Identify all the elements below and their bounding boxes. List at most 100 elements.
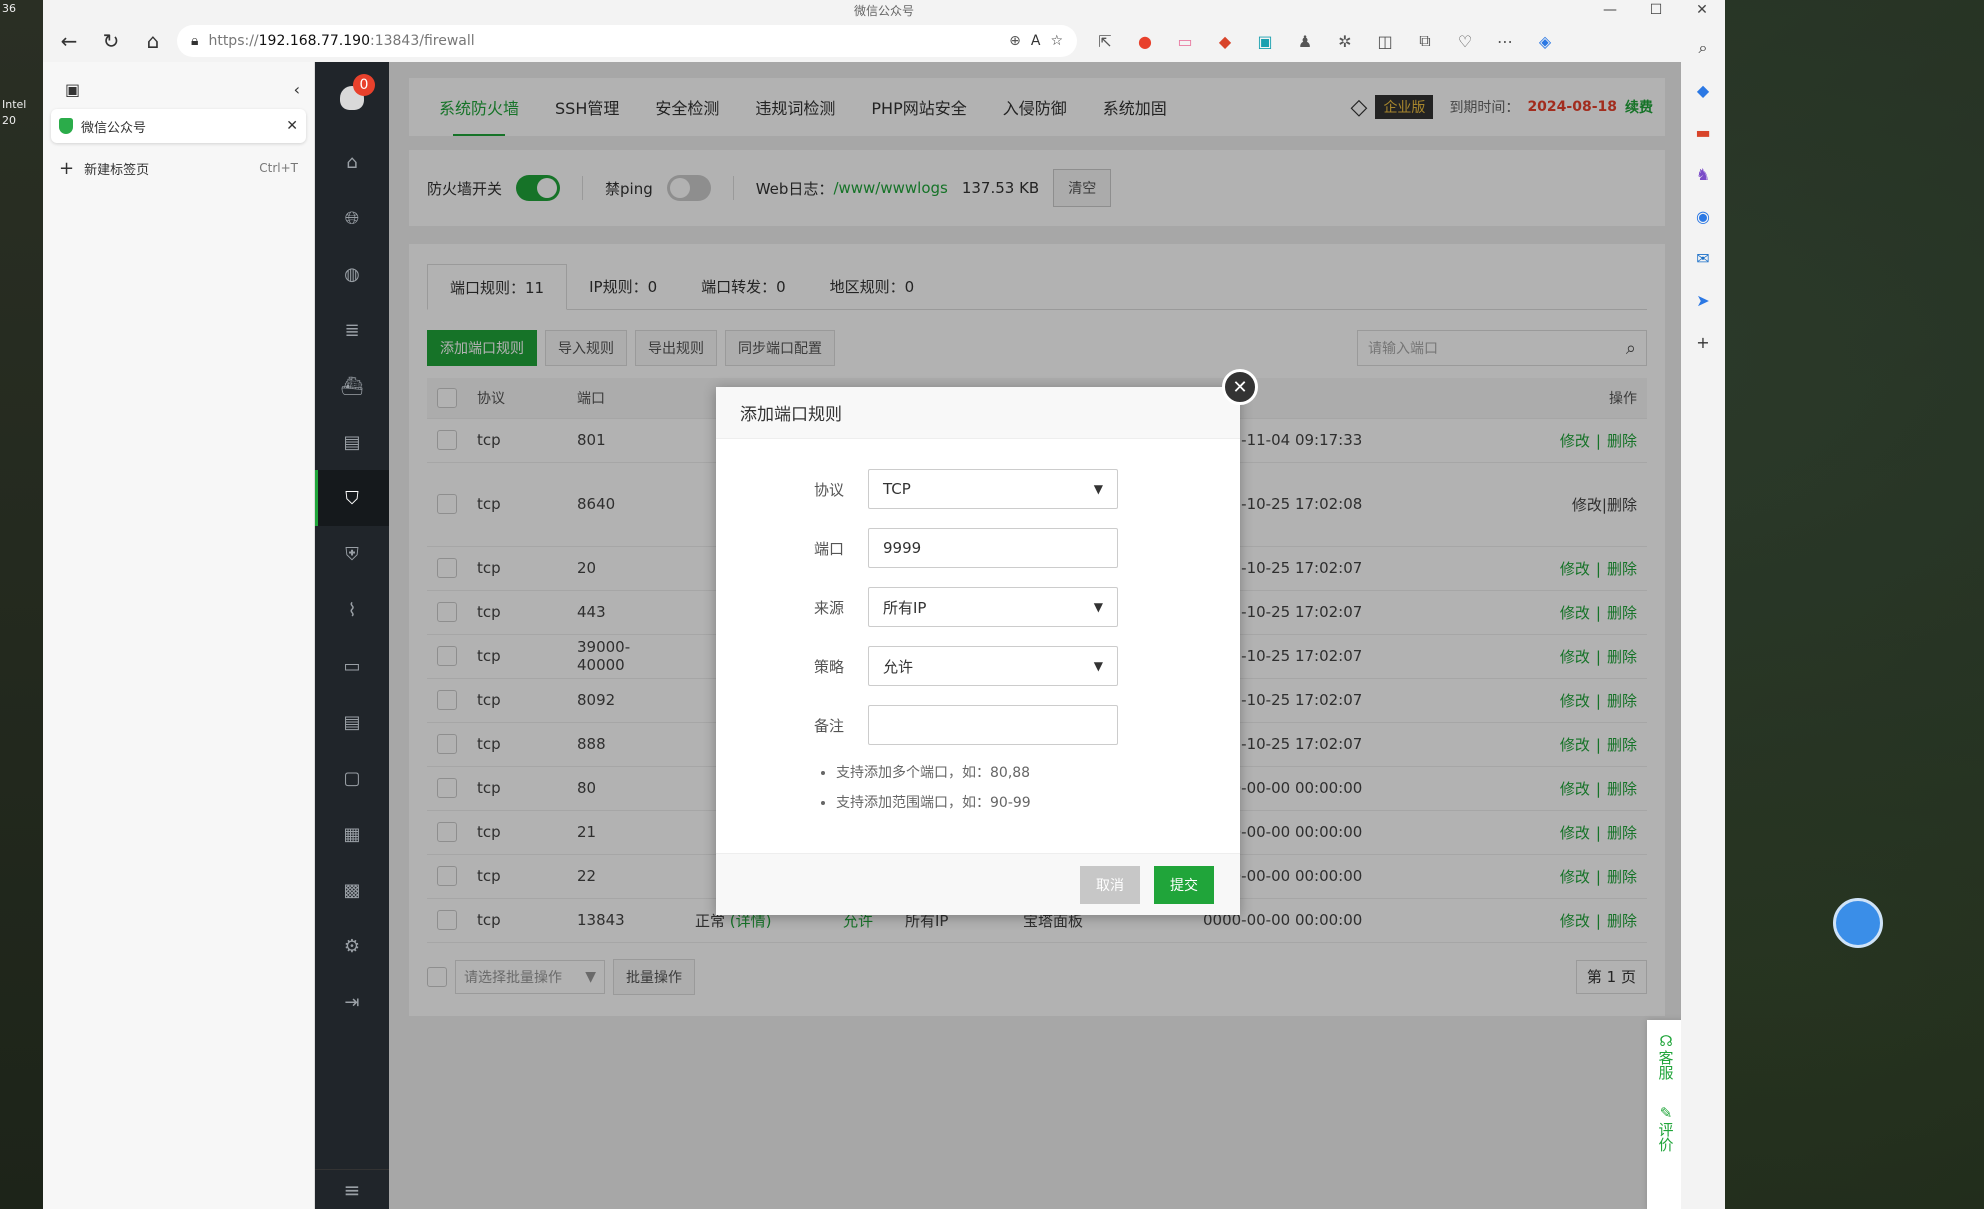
dialog-close-icon[interactable]: ✕ [1222, 369, 1258, 405]
minimize-icon[interactable]: — [1587, 0, 1633, 20]
source-value: 所有IP [883, 598, 927, 617]
extension-pink-icon[interactable]: ▭ [1171, 27, 1199, 55]
nav-docker-icon[interactable]: ⛴︎ [315, 358, 389, 414]
submit-button[interactable]: 提交 [1154, 865, 1214, 904]
cancel-button[interactable]: 取消 [1080, 865, 1140, 904]
zoom-icon[interactable]: ⊕ [1009, 33, 1021, 49]
nav-waf-icon[interactable]: ⛨ [315, 526, 389, 582]
sidebar-toolbox-icon[interactable]: ▬ [1691, 120, 1715, 144]
window-title: 微信公众号 [853, 4, 914, 18]
collapse-tabs-icon[interactable]: ‹ [294, 80, 300, 99]
port-value: 9999 [883, 539, 922, 557]
sidebar-send-icon[interactable]: ➤ [1691, 288, 1715, 312]
panel-logo[interactable]: 0 [315, 62, 389, 134]
source-select[interactable]: 所有IP ▼ [868, 587, 1118, 627]
new-tab-button[interactable]: + 新建标签页 Ctrl+T [51, 151, 306, 185]
more-menu-icon[interactable]: ⋯ [1491, 27, 1519, 55]
protocol-value: TCP [883, 480, 911, 498]
close-tab-icon[interactable]: ✕ [286, 118, 298, 134]
add-port-rule-dialog: 添加端口规则 ✕ 协议 TCP ▼ 端口 9999 来源 所有IP ▼ 策略 允… [716, 369, 1258, 915]
performance-icon[interactable]: ♡ [1451, 27, 1479, 55]
notification-badge[interactable]: 0 [353, 74, 375, 96]
window-controls: — ☐ ✕ [1587, 0, 1725, 20]
extension-toolbar: ⇱ ● ▭ ◆ ▣ ♟ ✲ ◫ ⧉ ♡ ⋯ ◈ [1091, 27, 1559, 55]
source-label: 来源 [813, 598, 844, 617]
nav-security-icon[interactable]: ⛉ [315, 470, 389, 526]
protocol-label: 协议 [813, 480, 844, 499]
nav-cron-icon[interactable]: ▦ [315, 806, 389, 862]
sidebar-menu-icon[interactable]: ≡ [315, 1169, 389, 1209]
nav-logs-icon[interactable]: ▤ [315, 694, 389, 750]
nav-stats-icon[interactable]: ⌇ [315, 582, 389, 638]
protocol-select[interactable]: TCP ▼ [868, 469, 1118, 509]
extension-puzzle-people-icon[interactable]: ♟ [1291, 27, 1319, 55]
extension-shield-icon[interactable]: ● [1131, 27, 1159, 55]
nav-logout-icon[interactable]: ⇥ [315, 974, 389, 1030]
chevron-down-icon: ▼ [1093, 482, 1103, 496]
bt-panel: 0 ⌂ 🌐︎ ◍ ≣ ⛴︎ ▤ ⛉ ⛨ ⌇ ▭ ▤ ▢ ▦ ▩ ⚙ ⇥ ≡ 系统… [315, 62, 1685, 1209]
vertical-tabs-panel: ▣ ‹ 微信公众号 ✕ + 新建标签页 Ctrl+T [43, 62, 315, 1209]
rate-button[interactable]: ✎ 评价 [1656, 1104, 1677, 1152]
maximize-icon[interactable]: ☐ [1633, 0, 1679, 20]
tip-multi-port: 支持添加多个端口，如：80,88 [836, 762, 1240, 782]
url-input[interactable]: 🔒︎ https://192.168.77.190:13843/firewall… [177, 25, 1077, 57]
customer-service-button[interactable]: ☊ 客服 [1656, 1032, 1677, 1080]
customer-service-label: 客服 [1656, 1050, 1675, 1080]
read-aloud-icon[interactable]: A [1031, 33, 1041, 49]
nav-monitor-icon[interactable]: ▤ [315, 414, 389, 470]
url-host: 192.168.77.190 [258, 33, 370, 49]
desktop-clock: 36 [2, 2, 16, 15]
note-input[interactable] [868, 705, 1118, 745]
panel-content: 系统防火墙 SSH管理 安全检测 违规词检测 PHP网站安全 入侵防御 系统加固… [389, 62, 1685, 1209]
tab-wechat-label: 微信公众号 [81, 120, 147, 136]
dialog-tips: 支持添加多个端口，如：80,88 支持添加范围端口，如：90-99 [716, 762, 1240, 812]
nav-home-icon[interactable]: ⌂ [315, 134, 389, 190]
edge-sidebar: ⌕ ◆ ▬ ♞ ◉ ✉ ➤ + [1681, 20, 1725, 1209]
rate-label: 评价 [1656, 1122, 1675, 1152]
favorite-star-icon[interactable]: ☆ [1050, 33, 1063, 49]
tip-port-range: 支持添加范围端口，如：90-99 [836, 792, 1240, 812]
desktop-icon-label[interactable]: Intel [2, 98, 40, 111]
sidebar-add-icon[interactable]: + [1691, 330, 1715, 354]
nav-website-icon[interactable]: 🌐︎ [315, 190, 389, 246]
port-input[interactable]: 9999 [868, 528, 1118, 568]
collections-icon[interactable]: ⧉ [1411, 27, 1439, 55]
policy-label: 策略 [813, 657, 844, 676]
protocol-row: 协议 TCP ▼ [716, 469, 1240, 509]
nav-settings-icon[interactable]: ⚙ [315, 918, 389, 974]
nav-terminal-icon[interactable]: ▢ [315, 750, 389, 806]
nav-ftp-icon[interactable]: ◍ [315, 246, 389, 302]
sidebar-outlook-icon[interactable]: ✉ [1691, 246, 1715, 270]
browser-titlebar: 微信公众号 — ☐ ✕ [43, 0, 1725, 20]
sidebar-chess-icon[interactable]: ♞ [1691, 162, 1715, 186]
sidebar-tag-icon[interactable]: ◆ [1691, 78, 1715, 102]
sidebar-search-icon[interactable]: ⌕ [1691, 36, 1715, 60]
policy-value: 允许 [883, 657, 914, 676]
split-screen-icon[interactable]: ◫ [1371, 27, 1399, 55]
home-icon[interactable]: ⌂ [135, 25, 171, 57]
back-icon[interactable]: ← [51, 25, 87, 57]
extension-cube-icon[interactable]: ◆ [1211, 27, 1239, 55]
floating-help-bar: ☊ 客服 ✎ 评价 [1647, 1020, 1685, 1209]
panel-sidebar: 0 ⌂ 🌐︎ ◍ ≣ ⛴︎ ▤ ⛉ ⛨ ⌇ ▭ ▤ ▢ ▦ ▩ ⚙ ⇥ ≡ [315, 62, 389, 1209]
edit-icon: ✎ [1657, 1104, 1675, 1122]
extensions-icon[interactable]: ✲ [1331, 27, 1359, 55]
vtabs-header: ▣ ‹ [51, 72, 306, 109]
floating-assistant-ball[interactable] [1833, 898, 1883, 948]
plus-icon: + [59, 157, 75, 179]
nav-database-icon[interactable]: ≣ [315, 302, 389, 358]
dialog-title: 添加端口规则 [716, 387, 1240, 439]
tab-actions-icon[interactable]: ▣ [65, 80, 80, 99]
policy-select[interactable]: 允许 ▼ [868, 646, 1118, 686]
extension-teal-icon[interactable]: ▣ [1251, 27, 1279, 55]
close-window-icon[interactable]: ✕ [1679, 0, 1725, 20]
nav-files-icon[interactable]: ▭ [315, 638, 389, 694]
reload-icon[interactable]: ↻ [93, 25, 129, 57]
nav-apps-icon[interactable]: ▩ [315, 862, 389, 918]
extension-cursor-icon[interactable]: ⇱ [1091, 27, 1119, 55]
chevron-down-icon: ▼ [1093, 600, 1103, 614]
copilot-icon[interactable]: ◈ [1531, 27, 1559, 55]
tab-wechat[interactable]: 微信公众号 ✕ [51, 109, 306, 143]
sidebar-m365-icon[interactable]: ◉ [1691, 204, 1715, 228]
desktop-icon-label-2: 20 [2, 114, 16, 127]
